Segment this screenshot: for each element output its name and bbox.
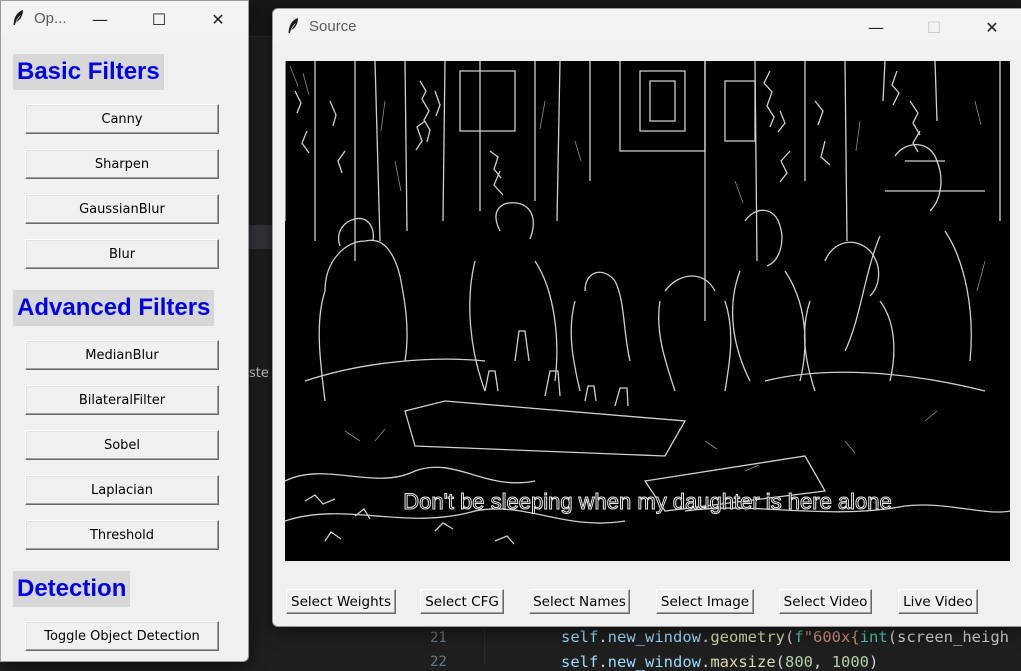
- maximize-button[interactable]: ☐: [136, 1, 182, 37]
- live-video-button[interactable]: Live Video: [898, 589, 978, 614]
- source-window: Source — ☐ ✕ Don't be sleeping when my d…: [272, 8, 1021, 627]
- edge-detected-frame: [285, 61, 1010, 545]
- window-title: Source: [309, 18, 357, 35]
- heading-advanced-filters: Advanced Filters: [13, 290, 215, 326]
- code-line-22[interactable]: self.new_window.maxsize(800, 1000): [561, 653, 878, 671]
- close-button[interactable]: ✕: [969, 9, 1015, 45]
- median-blur-button[interactable]: MedianBlur: [25, 340, 219, 370]
- minimize-button[interactable]: —: [853, 9, 899, 45]
- close-button[interactable]: ✕: [195, 1, 241, 37]
- explorer-fragment-text: ste: [249, 366, 269, 381]
- select-video-button[interactable]: Select Video: [779, 589, 872, 614]
- threshold-button[interactable]: Threshold: [25, 520, 219, 550]
- minimize-button[interactable]: —: [77, 1, 123, 37]
- source-title-bar[interactable]: Source — ☐ ✕: [273, 9, 1021, 45]
- laplacian-button[interactable]: Laplacian: [25, 475, 219, 505]
- select-names-button[interactable]: Select Names: [529, 589, 630, 614]
- sharpen-button[interactable]: Sharpen: [25, 149, 219, 179]
- canny-button[interactable]: Canny: [25, 104, 219, 134]
- heading-basic-filters: Basic Filters: [13, 54, 164, 90]
- line-number-21: 21: [430, 630, 447, 646]
- blur-button[interactable]: Blur: [25, 239, 219, 269]
- window-title: Op...: [34, 10, 67, 27]
- feather-icon: [13, 10, 23, 25]
- select-cfg-button[interactable]: Select CFG: [420, 589, 504, 614]
- options-window: Op... — ☐ ✕ Basic Filters Canny Sharpen …: [0, 0, 249, 662]
- feather-icon: [288, 18, 298, 33]
- select-image-button[interactable]: Select Image: [656, 589, 754, 614]
- maximize-button: ☐: [926, 17, 942, 37]
- options-title-bar[interactable]: Op... — ☐ ✕: [1, 1, 248, 37]
- gaussian-blur-button[interactable]: GaussianBlur: [25, 194, 219, 224]
- video-subtitle: Don't be sleeping when my daughter is he…: [403, 489, 893, 515]
- video-canvas[interactable]: Don't be sleeping when my daughter is he…: [285, 61, 1010, 561]
- line-number-22: 22: [430, 654, 447, 670]
- heading-detection: Detection: [13, 571, 131, 607]
- bilateral-filter-button[interactable]: BilateralFilter: [25, 385, 219, 415]
- sobel-button[interactable]: Sobel: [25, 430, 219, 460]
- toggle-object-detection-button[interactable]: Toggle Object Detection: [25, 621, 219, 651]
- select-weights-button[interactable]: Select Weights: [286, 589, 396, 614]
- code-line-21[interactable]: self.new_window.geometry(f"600x{int(scre…: [561, 628, 1009, 646]
